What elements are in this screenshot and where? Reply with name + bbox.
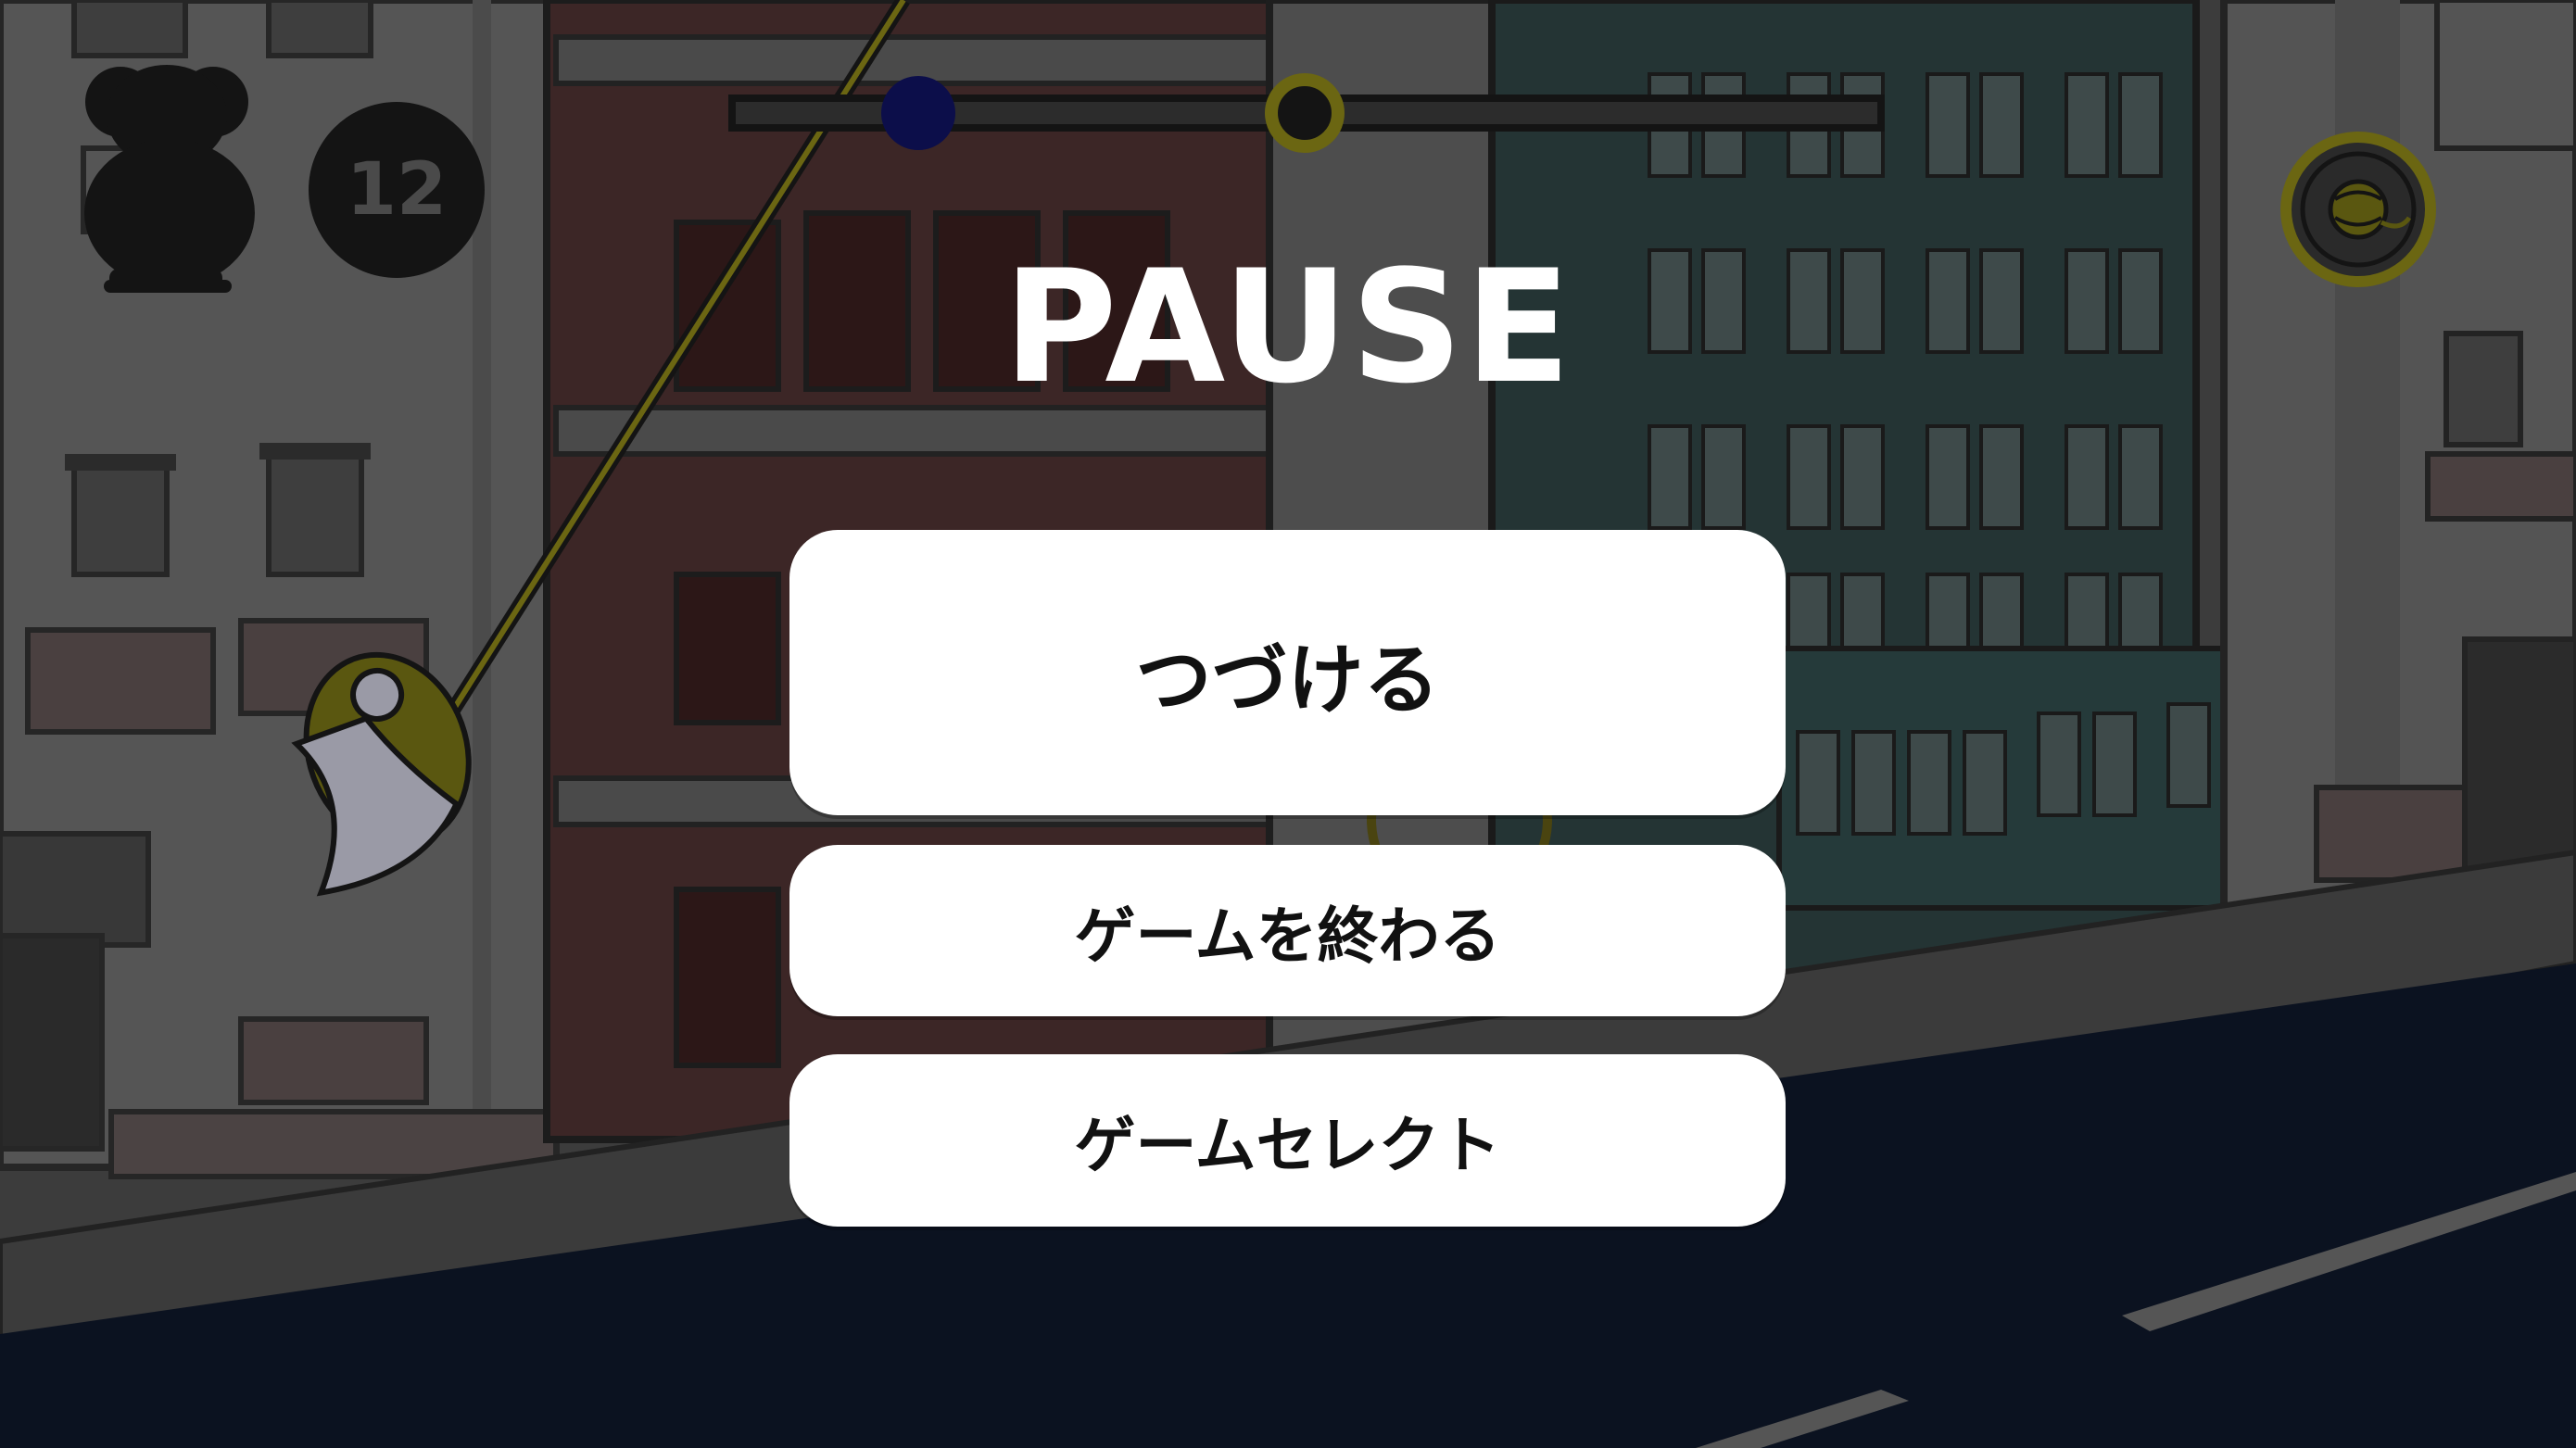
end-game-button[interactable]: ゲームを終わる [789,845,1786,1016]
continue-button[interactable]: つづける [789,530,1786,815]
end-game-button-label: ゲームを終わる [1074,900,1501,972]
player-progress-marker [881,76,955,150]
pause-title: PAUSE [1003,236,1573,418]
game-select-button[interactable]: ゲームセレクト [789,1054,1786,1227]
game-select-button-label: ゲームセレクト [1074,1110,1501,1181]
goal-marker [1265,73,1345,153]
teal-building [1488,0,2319,976]
continue-button-label: つづける [1135,636,1440,724]
